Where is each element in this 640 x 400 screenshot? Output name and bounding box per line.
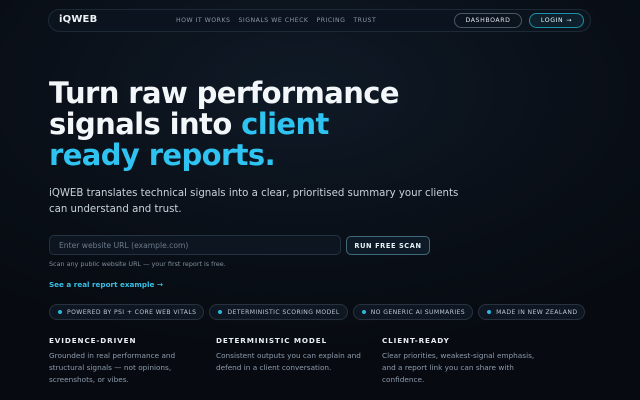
hero-headline: Turn raw performance signals into client…	[49, 78, 469, 171]
badge-label: POWERED BY PSI + CORE WEB VITALS	[67, 308, 197, 316]
badge-label: NO GENERIC AI SUMMARIES	[370, 308, 466, 316]
feature-body: Consistent outputs you can explain and d…	[216, 351, 361, 372]
feature-body: Clear priorities, weakest-signal emphasi…	[382, 351, 535, 384]
status-dot-icon	[58, 310, 62, 314]
nav-link-how-it-works[interactable]: HOW IT WORKS	[176, 17, 230, 24]
top-navigation: iQWEB HOW IT WORKS SIGNALS WE CHECK PRIC…	[48, 9, 591, 32]
hero-line-2-plain: signals into	[49, 107, 242, 141]
badge-nz: MADE IN NEW ZEALAND	[478, 304, 586, 320]
hero-line-2-accent: client	[241, 107, 329, 141]
scan-helper-text: Scan any public website URL — your first…	[49, 260, 226, 268]
badge-label: MADE IN NEW ZEALAND	[496, 308, 578, 316]
badge-psi: POWERED BY PSI + CORE WEB VITALS	[49, 304, 205, 320]
nav-links: HOW IT WORKS SIGNALS WE CHECK PRICING TR…	[176, 17, 376, 24]
hero-subtitle: iQWEB translates technical signals into …	[49, 188, 459, 215]
badge-no-ai: NO GENERIC AI SUMMARIES	[352, 304, 474, 320]
feature-title: CLIENT-READY	[382, 336, 450, 345]
trust-badges: POWERED BY PSI + CORE WEB VITALS DETERMI…	[49, 304, 586, 320]
website-url-input[interactable]	[49, 235, 341, 255]
nav-link-signals-we-check[interactable]: SIGNALS WE CHECK	[238, 17, 308, 24]
nav-link-trust[interactable]: TRUST	[353, 17, 376, 24]
run-free-scan-button[interactable]: RUN FREE SCAN	[346, 236, 430, 255]
login-label: LOGIN	[540, 17, 564, 24]
brand-logo[interactable]: iQWEB	[59, 14, 97, 25]
hero-line-1: Turn raw performance	[49, 76, 400, 110]
feature-body: Grounded in real performance and structu…	[49, 351, 176, 384]
report-example-link[interactable]: See a real report example →	[49, 280, 163, 289]
status-dot-icon	[361, 310, 366, 314]
feature-title: DETERMINISTIC MODEL	[216, 336, 328, 345]
nav-link-pricing[interactable]: PRICING	[316, 17, 345, 24]
hero-line-3-accent: ready reports.	[49, 138, 276, 172]
feature-title: EVIDENCE-DRIVEN	[49, 336, 137, 345]
status-dot-icon	[218, 310, 223, 314]
status-dot-icon	[487, 310, 492, 314]
login-button[interactable]: LOGIN →	[529, 13, 584, 28]
badge-label: DETERMINISTIC SCORING MODEL	[227, 308, 340, 316]
dashboard-button[interactable]: DASHBOARD	[454, 13, 522, 28]
feature-deterministic-model: DETERMINISTIC MODEL Consistent outputs y…	[216, 336, 376, 374]
arrow-right-icon: →	[566, 17, 573, 24]
feature-client-ready: CLIENT-READY Clear priorities, weakest-s…	[382, 336, 542, 386]
badge-deterministic: DETERMINISTIC SCORING MODEL	[209, 304, 348, 320]
feature-evidence-driven: EVIDENCE-DRIVEN Grounded in real perform…	[49, 336, 209, 386]
